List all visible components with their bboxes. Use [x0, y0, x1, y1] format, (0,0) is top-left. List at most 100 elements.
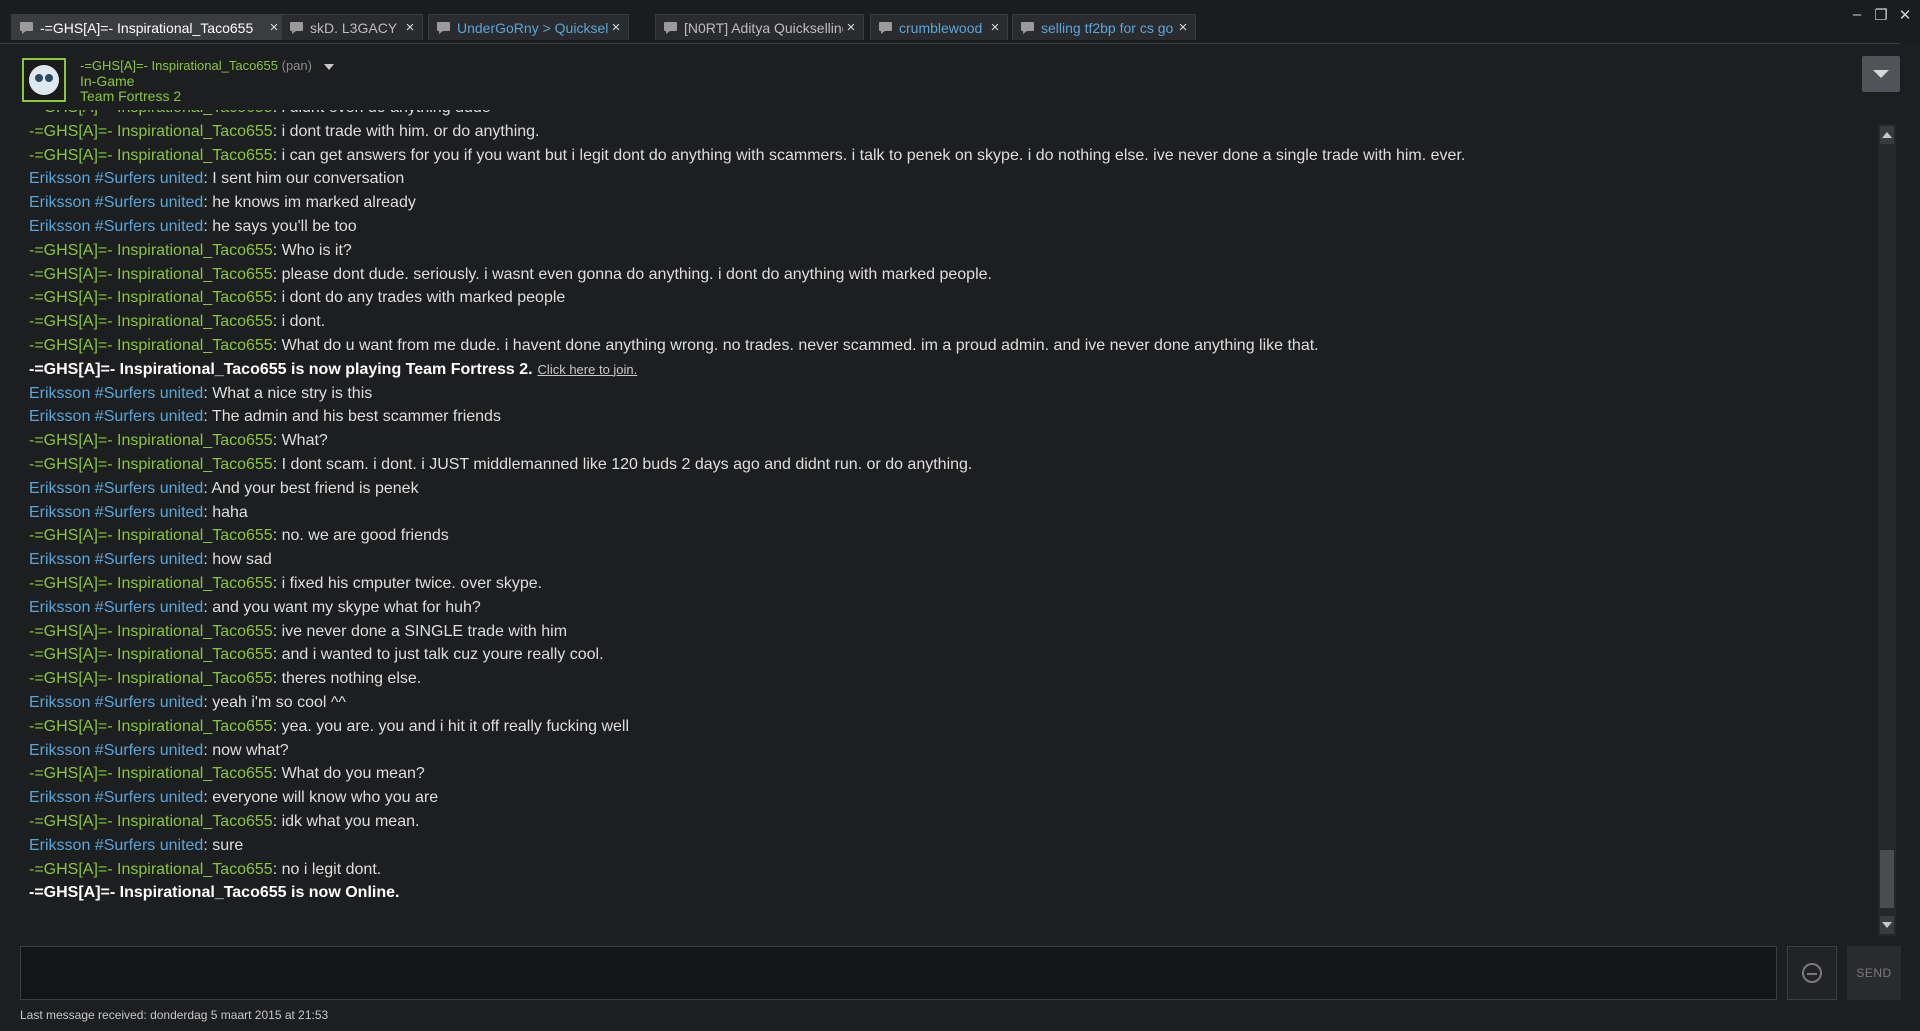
tab-divider [0, 43, 1900, 44]
chat-message: Eriksson #Surfers united: he says you'll… [20, 215, 1880, 239]
message-sender[interactable]: Eriksson #Surfers united [29, 480, 203, 497]
message-sender[interactable]: -=GHS[A]=- Inspirational_Taco655 [29, 623, 273, 640]
message-sender[interactable]: Eriksson #Surfers united [29, 408, 203, 425]
send-button[interactable]: SEND [1847, 946, 1901, 1000]
message-sender[interactable]: Eriksson #Surfers united [29, 551, 203, 568]
scroll-up-button[interactable] [1880, 126, 1894, 144]
message-sender[interactable]: Eriksson #Surfers united [29, 218, 203, 235]
skull-avatar-icon [29, 65, 59, 95]
message-sender[interactable]: -=GHS[A]=- Inspirational_Taco655 [29, 813, 273, 830]
chat-message: -=GHS[A]=- Inspirational_Taco655: Who is… [20, 239, 1880, 263]
message-sender[interactable]: -=GHS[A]=- Inspirational_Taco655 [29, 313, 273, 330]
message-text: ive never done a SINGLE trade with him [281, 622, 568, 640]
avatar[interactable] [22, 58, 66, 102]
close-tab-icon[interactable]: × [987, 19, 1003, 36]
message-sender[interactable]: Eriksson #Surfers united [29, 170, 203, 187]
message-text: The admin and his best scammer friends [211, 408, 501, 426]
close-window-icon[interactable]: ✕ [1898, 6, 1912, 24]
close-tab-icon[interactable]: × [266, 19, 282, 36]
message-sender[interactable]: -=GHS[A]=- Inspirational_Taco655 [29, 456, 273, 473]
message-sender[interactable]: Eriksson #Surfers united [29, 789, 203, 806]
sender-separator: : [272, 432, 282, 450]
message-sender[interactable]: -=GHS[A]=- Inspirational_Taco655 [29, 110, 273, 116]
message-text: and i wanted to just talk cuz youre real… [281, 646, 604, 664]
restore-icon[interactable]: ❐ [1874, 6, 1888, 24]
chat-message: Eriksson #Surfers united: now what? [20, 739, 1880, 763]
message-sender[interactable]: Eriksson #Surfers united [29, 742, 203, 759]
message-text: how sad [212, 551, 272, 569]
message-sender[interactable]: -=GHS[A]=- Inspirational_Taco655 [29, 123, 273, 140]
sender-separator: : [272, 527, 282, 545]
tab-chat[interactable]: crumblewood × [870, 14, 1008, 40]
chat-message: Eriksson #Surfers united: What a nice st… [20, 382, 1880, 406]
chat-scrollbar[interactable] [1878, 124, 1896, 936]
sender-separator: : [272, 860, 282, 878]
message-sender[interactable]: Eriksson #Surfers united [29, 694, 203, 711]
close-tab-icon[interactable]: × [402, 19, 418, 36]
sender-separator: : [272, 574, 282, 592]
status-text: -=GHS[A]=- Inspirational_Taco655 is now … [29, 884, 400, 902]
message-sender[interactable]: Eriksson #Surfers united [29, 599, 203, 616]
message-text: What do you mean? [281, 765, 425, 783]
message-text: I sent him our conversation [212, 170, 405, 188]
tab-chat[interactable]: [N0RT] Aditya Quickselling × [655, 14, 864, 40]
join-game-link[interactable]: Click here to join. [538, 362, 638, 377]
tab-label: UnderGoRny > Quicksells [457, 19, 608, 36]
status-message: -=GHS[A]=- Inspirational_Taco655 is now … [20, 881, 1880, 905]
message-text: i didnt even do anything dude [282, 110, 491, 116]
message-input[interactable] [20, 946, 1777, 1000]
chat-message: -=GHS[A]=- Inspirational_Taco655: i dont… [20, 310, 1880, 334]
tab-chat[interactable]: UnderGoRny > Quicksells × [428, 14, 629, 40]
message-sender[interactable]: -=GHS[A]=- Inspirational_Taco655 [29, 337, 273, 354]
chat-message: -=GHS[A]=- Inspirational_Taco655: ive ne… [20, 620, 1880, 644]
close-tab-icon[interactable]: × [608, 19, 624, 36]
message-sender[interactable]: -=GHS[A]=- Inspirational_Taco655 [29, 765, 273, 782]
close-tab-icon[interactable]: × [1175, 19, 1191, 36]
message-sender[interactable]: Eriksson #Surfers united [29, 837, 203, 854]
message-text: he knows im marked already [212, 194, 416, 212]
sender-separator: : [203, 789, 213, 807]
message-sender[interactable]: -=GHS[A]=- Inspirational_Taco655 [29, 289, 273, 306]
tab-label: selling tf2bp for cs go [1041, 19, 1174, 36]
chat-bubble-icon [20, 21, 34, 34]
chat-message: Eriksson #Surfers united: The admin and … [20, 405, 1880, 429]
sender-separator: : [203, 551, 213, 569]
message-sender[interactable]: -=GHS[A]=- Inspirational_Taco655 [29, 527, 273, 544]
message-sender[interactable]: Eriksson #Surfers united [29, 194, 203, 211]
friend-name-label: -=GHS[A]=- Inspirational_Taco655 [80, 58, 278, 73]
message-sender[interactable]: -=GHS[A]=- Inspirational_Taco655 [29, 861, 273, 878]
tab-chat[interactable]: skD. L3GACY × [281, 14, 423, 40]
message-text: i can get answers for you if you want bu… [281, 146, 1466, 164]
minimize-icon[interactable]: – [1850, 6, 1864, 24]
close-tab-icon[interactable]: × [843, 19, 859, 36]
sender-separator: : [203, 741, 213, 759]
emoticon-button[interactable] [1787, 946, 1837, 1000]
message-sender[interactable]: -=GHS[A]=- Inspirational_Taco655 [29, 718, 273, 735]
message-sender[interactable]: -=GHS[A]=- Inspirational_Taco655 [29, 432, 273, 449]
emoticon-icon [1802, 963, 1822, 983]
message-sender[interactable]: -=GHS[A]=- Inspirational_Taco655 [29, 646, 273, 663]
tab-chat[interactable]: -=GHS[A]=- Inspirational_Taco655 × [11, 14, 287, 40]
last-message-received: Last message received: donderdag 5 maart… [20, 1008, 329, 1022]
chat-message: Eriksson #Surfers united: everyone will … [20, 786, 1880, 810]
chat-message: Eriksson #Surfers united: haha [20, 501, 1880, 525]
message-sender[interactable]: -=GHS[A]=- Inspirational_Taco655 [29, 575, 273, 592]
sender-separator: : [272, 812, 282, 830]
tab-chat[interactable]: selling tf2bp for cs go × [1012, 14, 1196, 40]
friend-name[interactable]: -=GHS[A]=- Inspirational_Taco655 (pan) [80, 58, 334, 73]
chat-options-button[interactable] [1862, 56, 1900, 92]
message-sender[interactable]: Eriksson #Surfers united [29, 385, 203, 402]
message-sender[interactable]: Eriksson #Surfers united [29, 504, 203, 521]
scroll-down-button[interactable] [1880, 916, 1894, 934]
message-sender[interactable]: -=GHS[A]=- Inspirational_Taco655 [29, 266, 273, 283]
message-text: idk what you mean. [281, 812, 420, 830]
chevron-down-icon[interactable] [323, 63, 334, 70]
message-sender[interactable]: -=GHS[A]=- Inspirational_Taco655 [29, 147, 273, 164]
dropdown-arrow-icon [1873, 70, 1889, 78]
window-controls: – ❐ ✕ [1850, 6, 1912, 24]
chat-message: Eriksson #Surfers united: how sad [20, 548, 1880, 572]
message-text: and you want my skype what for huh? [212, 598, 481, 616]
message-sender[interactable]: -=GHS[A]=- Inspirational_Taco655 [29, 242, 273, 259]
scrollbar-thumb[interactable] [1880, 850, 1894, 908]
message-sender[interactable]: -=GHS[A]=- Inspirational_Taco655 [29, 670, 273, 687]
